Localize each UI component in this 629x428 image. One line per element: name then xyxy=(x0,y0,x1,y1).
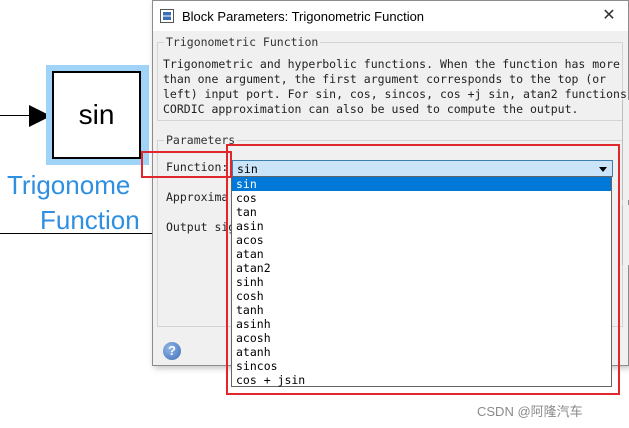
close-button[interactable]: ✕ xyxy=(598,5,620,27)
background-window-strip xyxy=(622,100,629,200)
trig-function-block[interactable]: sin xyxy=(46,65,149,165)
approximation-label: Approxima xyxy=(166,190,229,204)
description-group-title: Trigonometric Function xyxy=(164,35,321,49)
block-caption-line1: Trigonome xyxy=(7,170,131,200)
block-label: sin xyxy=(52,71,141,159)
dropdown-highlight xyxy=(226,144,620,395)
csdn-watermark: CSDN @阿隆汽车 xyxy=(477,404,583,419)
description-text: Trigonometric and hyperbolic functions. … xyxy=(163,57,629,116)
block-caption-line2: Function xyxy=(40,205,140,235)
dialog-title: Block Parameters: Trigonometric Function xyxy=(182,9,425,24)
background-window-strip xyxy=(622,205,629,265)
help-icon[interactable]: ? xyxy=(163,342,181,360)
simulink-app-icon xyxy=(160,9,174,23)
dialog-titlebar[interactable]: Block Parameters: Trigonometric Function… xyxy=(153,1,628,31)
output-signal-label: Output sig xyxy=(166,220,236,234)
function-label-highlight xyxy=(141,151,232,178)
input-signal-line[interactable] xyxy=(0,115,30,116)
